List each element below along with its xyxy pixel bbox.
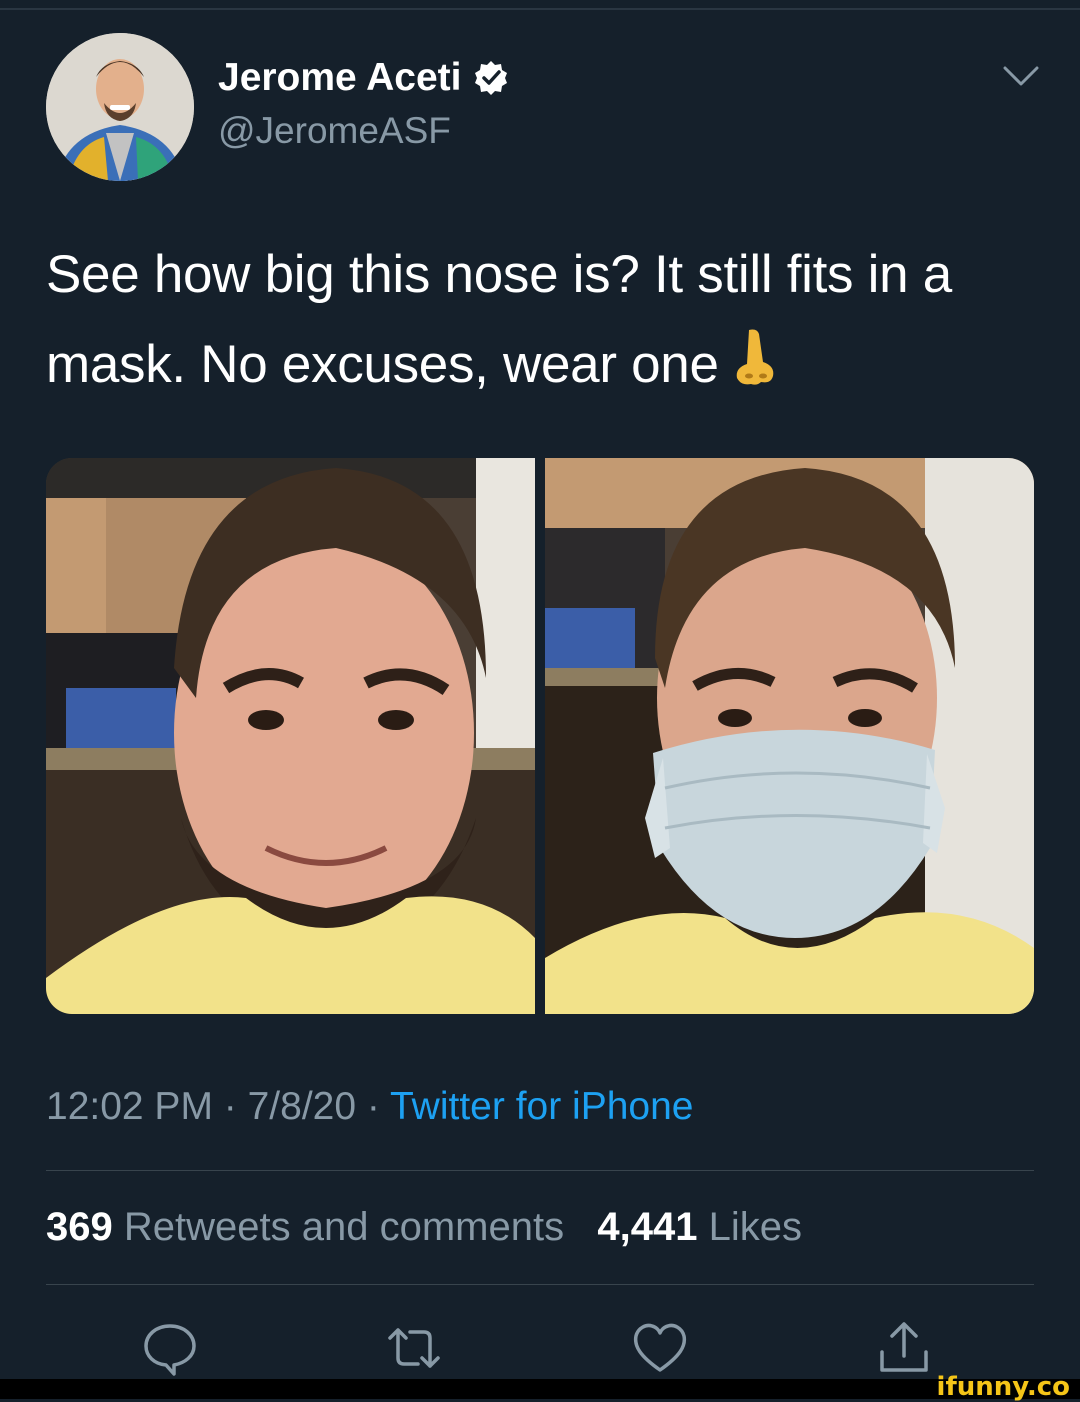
like-icon[interactable] [630,1318,690,1378]
chevron-down-icon[interactable] [1001,62,1041,92]
nose-emoji-icon [733,324,777,385]
bottom-bar [0,1379,1080,1399]
tweet-body: See how big this nose is? It still fits … [46,245,952,394]
stats-bottom-divider [46,1284,1034,1285]
retweets-count: 369 [46,1205,113,1249]
likes-stat[interactable]: 4,441 Likes [597,1205,802,1249]
meta-separator: · [356,1085,391,1128]
tweet-date[interactable]: 7/8/20 [248,1085,356,1128]
tweet-image-left[interactable] [46,458,535,1014]
author-name[interactable]: Jerome Aceti [218,56,462,100]
tweet-image-right[interactable] [545,458,1034,1014]
stats-top-divider [46,1170,1034,1171]
ifunny-watermark: ifunny.co [936,1372,1070,1402]
meta-separator: · [212,1085,248,1128]
author-name-row[interactable]: Jerome Aceti [218,56,510,100]
avatar[interactable] [46,33,194,181]
tweet-text: See how big this nose is? It still fits … [46,230,1046,410]
reply-icon[interactable] [140,1318,200,1378]
tweet-stats: 369 Retweets and comments 4,441 Likes [46,1205,802,1250]
likes-label: Likes [708,1205,803,1249]
author-handle[interactable]: @JeromeASF [218,110,451,152]
share-icon[interactable] [874,1318,934,1378]
verified-badge-icon [472,59,510,97]
tweet-time[interactable]: 12:02 PM [46,1085,213,1128]
retweets-label: Retweets and comments [123,1205,565,1249]
tweet-meta: 12:02 PM · 7/8/20 · Twitter for iPhone [46,1085,693,1129]
likes-count: 4,441 [597,1205,698,1249]
top-divider [0,8,1080,10]
tweet-source-link[interactable]: Twitter for iPhone [390,1085,693,1128]
retweets-stat[interactable]: 369 Retweets and comments [46,1205,564,1249]
retweet-icon[interactable] [384,1318,444,1378]
